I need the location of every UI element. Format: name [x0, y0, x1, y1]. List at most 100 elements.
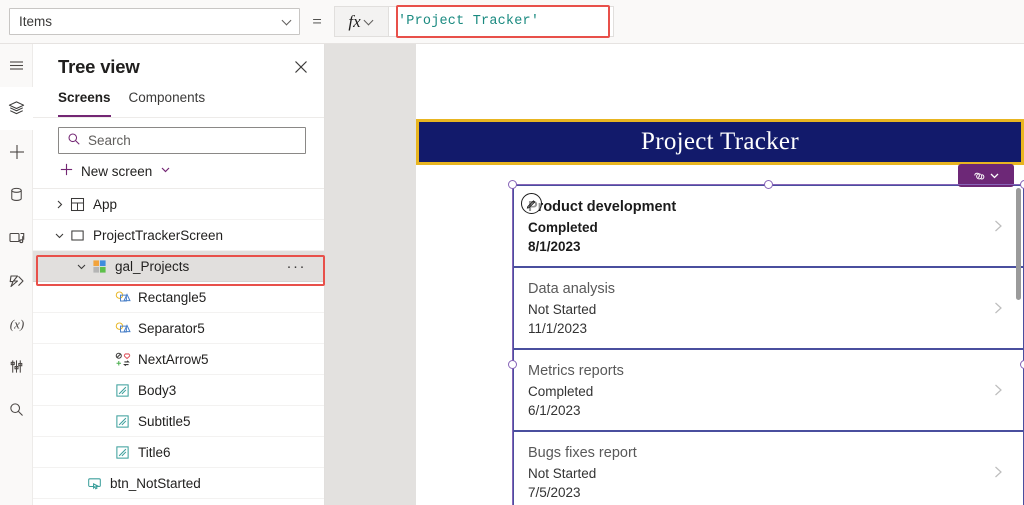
app-title: Project Tracker	[641, 128, 799, 155]
property-dropdown-value: Items	[19, 13, 53, 29]
tree-node-label: Rectangle5	[138, 289, 207, 305]
button-icon	[85, 474, 104, 493]
shape-icon	[113, 319, 132, 338]
gallery-item-title: Metrics reports	[528, 363, 624, 379]
gallery-item-status: Not Started	[528, 465, 597, 481]
gallery-scrollbar[interactable]	[1016, 188, 1021, 300]
gallery-item-status: Completed	[528, 219, 598, 235]
settings-icon[interactable]	[0, 345, 33, 388]
gallery-item-date: 7/5/2023	[528, 484, 581, 500]
gallery-item-date: 11/1/2023	[528, 320, 588, 336]
label-icon	[113, 381, 132, 400]
tree-node-btn-notstarted[interactable]: btn_NotStarted	[33, 468, 324, 499]
tree-node-label: gal_Projects	[115, 258, 190, 274]
gallery-item-title: Bugs fixes report	[528, 445, 637, 461]
insert-icon[interactable]	[0, 130, 33, 173]
more-options-icon[interactable]: ···	[287, 259, 307, 274]
icons-icon	[113, 350, 132, 369]
gallery-item[interactable]: Product development Completed 8/1/2023	[514, 186, 1023, 268]
chevron-right-icon[interactable]	[51, 196, 68, 213]
chevron-down-icon[interactable]	[73, 258, 90, 275]
gallery-item-title: Product development	[528, 199, 677, 215]
tree-view-tabs: Screens Components	[33, 90, 324, 118]
tree-node-subtitle5[interactable]: Subtitle5	[33, 406, 324, 437]
chevron-down-icon	[990, 173, 999, 179]
screen-icon	[68, 226, 87, 245]
tree-node-label: App	[93, 196, 118, 212]
chevron-down-icon[interactable]	[51, 227, 68, 244]
search-input[interactable]: Search	[58, 127, 306, 154]
new-screen-button[interactable]: New screen	[33, 154, 324, 188]
tab-screens[interactable]: Screens	[58, 90, 111, 117]
gallery-item-status: Completed	[528, 383, 594, 399]
tree-node-projecttrackerscreen[interactable]: ProjectTrackerScreen	[33, 220, 324, 251]
tree-node-rectangle5[interactable]: Rectangle5	[33, 282, 324, 313]
formula-text: 'Project Tracker'	[398, 14, 540, 29]
gallery-item-title: Data analysis	[528, 281, 616, 297]
chevron-right-icon[interactable]	[992, 382, 1005, 401]
copilot-badge[interactable]	[958, 164, 1014, 187]
chevron-down-icon[interactable]	[159, 163, 172, 179]
formula-input[interactable]: 'Project Tracker'	[388, 6, 614, 37]
data-icon[interactable]	[0, 173, 33, 216]
search-placeholder: Search	[88, 133, 131, 148]
media-icon[interactable]	[0, 216, 33, 259]
page-title: Tree view	[58, 56, 140, 77]
copilot-icon	[974, 172, 985, 179]
gallery-gal-projects[interactable]: Product development Completed 8/1/2023 D…	[513, 185, 1024, 505]
hamburger-menu-icon[interactable]	[0, 44, 33, 87]
gallery-icon	[90, 257, 109, 276]
formula-bar: Items = fx 'Project Tracker'	[0, 0, 1024, 44]
tree-view-icon[interactable]	[0, 87, 33, 130]
tree-node-app[interactable]: App	[33, 189, 324, 220]
plus-icon	[59, 162, 74, 180]
gallery-item-status: Not Started	[528, 301, 597, 317]
app-screen: Project Tracker Product development Comp…	[416, 44, 1024, 505]
chevron-down-icon	[282, 16, 293, 27]
tree-node-separator5[interactable]: Separator5	[33, 313, 324, 344]
tree-view-header: Tree view	[33, 44, 324, 90]
tree-node-list: App ProjectTrackerScreen gal_Projects ··…	[33, 188, 324, 499]
chevron-right-icon[interactable]	[992, 300, 1005, 319]
gallery-item-date: 6/1/2023	[528, 402, 581, 418]
label-icon	[113, 412, 132, 431]
power-automate-icon[interactable]	[0, 259, 33, 302]
tree-node-label: Title6	[138, 444, 171, 460]
search-icon	[67, 132, 81, 149]
tree-node-nextarrow5[interactable]: NextArrow5	[33, 344, 324, 375]
fx-icon: fx	[348, 11, 361, 31]
tree-node-label: Body3	[138, 382, 177, 398]
tree-node-label: ProjectTrackerScreen	[93, 227, 224, 243]
gallery-item[interactable]: Metrics reports Completed 6/1/2023	[514, 350, 1023, 432]
app-header-banner: Project Tracker	[416, 119, 1024, 165]
tree-node-gal-projects[interactable]: gal_Projects ···	[33, 251, 324, 282]
equals-sign: =	[312, 11, 322, 31]
app-icon	[68, 195, 87, 214]
svg-text:(x): (x)	[9, 316, 23, 331]
canvas-area: Project Tracker Product development Comp…	[325, 44, 1024, 505]
shape-icon	[113, 288, 132, 307]
gallery-edit-icon[interactable]	[521, 193, 542, 214]
chevron-right-icon[interactable]	[992, 218, 1005, 237]
chevron-down-icon	[364, 16, 375, 27]
tree-view-panel: Tree view Screens Components Search New …	[33, 44, 325, 505]
new-screen-label: New screen	[81, 163, 153, 179]
gallery-item[interactable]: Data analysis Not Started 11/1/2023	[514, 268, 1023, 350]
gallery-item[interactable]: Bugs fixes report Not Started 7/5/2023	[514, 432, 1023, 505]
close-icon[interactable]	[290, 56, 312, 78]
tree-node-label: Subtitle5	[138, 413, 191, 429]
property-dropdown[interactable]: Items	[9, 8, 300, 35]
tree-node-title6[interactable]: Title6	[33, 437, 324, 468]
chevron-right-icon[interactable]	[992, 464, 1005, 483]
label-icon	[113, 443, 132, 462]
search-icon[interactable]	[0, 388, 33, 431]
fx-button[interactable]: fx	[334, 6, 388, 37]
tree-node-label: btn_NotStarted	[110, 475, 201, 491]
gallery-item-date: 8/1/2023	[528, 238, 581, 254]
variables-icon[interactable]: (x)	[0, 302, 33, 345]
left-icon-rail: (x)	[0, 44, 33, 505]
tree-node-label: NextArrow5	[138, 351, 209, 367]
tree-node-body3[interactable]: Body3	[33, 375, 324, 406]
tree-node-label: Separator5	[138, 320, 205, 336]
tab-components[interactable]: Components	[129, 90, 206, 117]
